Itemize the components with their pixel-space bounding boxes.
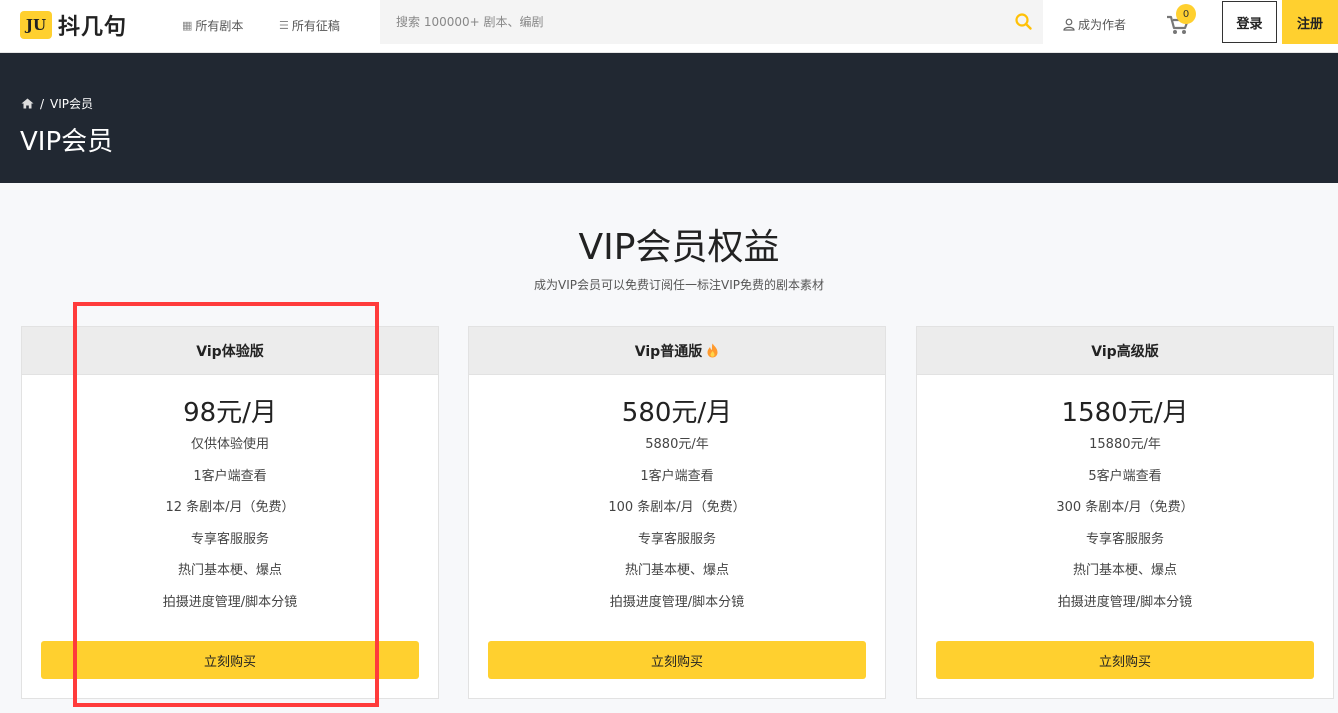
plan-feature: 1客户端查看 bbox=[193, 468, 267, 484]
list-icon: ☰ bbox=[279, 19, 289, 32]
nav-all-scripts-label: 所有剧本 bbox=[195, 19, 244, 33]
top-navbar: JU 抖几句 ▦ 所有剧本 ☰ 所有征稿 成为作者 0 登录 注册 bbox=[0, 0, 1338, 53]
plan-feature: 5客户端查看 bbox=[1088, 468, 1162, 484]
search-icon[interactable] bbox=[1013, 11, 1035, 33]
logo-badge: JU bbox=[20, 11, 52, 39]
plan-name-label: Vip体验版 bbox=[196, 343, 264, 360]
plan-feature: 1客户端查看 bbox=[640, 468, 714, 484]
fire-icon bbox=[707, 343, 718, 358]
nav-all-submissions[interactable]: ☰ 所有征稿 bbox=[279, 17, 340, 34]
plan-feature: 15880元/年 bbox=[1089, 437, 1161, 452]
page-title: VIP会员 bbox=[20, 127, 114, 157]
plan-name-label: Vip普通版 bbox=[634, 343, 703, 360]
plan-feature: 拍摄进度管理/脚本分镜 bbox=[1057, 594, 1193, 610]
plan-feature: 专享客服服务 bbox=[637, 531, 716, 547]
plan-feature: 5880元/年 bbox=[645, 437, 709, 452]
plan-feature: 专享客服服务 bbox=[1085, 531, 1164, 547]
buy-now-button[interactable]: 立刻购买 bbox=[41, 641, 419, 679]
register-button[interactable]: 注册 bbox=[1282, 0, 1338, 44]
plan-name: Vip普通版 bbox=[469, 327, 885, 375]
nav-all-scripts[interactable]: ▦ 所有剧本 bbox=[182, 17, 243, 34]
plan-feature: 热门基本梗、爆点 bbox=[177, 563, 282, 578]
plan-price: 580元/月 bbox=[621, 398, 733, 428]
plan-feature: 热门基本梗、爆点 bbox=[624, 563, 729, 578]
breadcrumb-current: VIP会员 bbox=[50, 97, 94, 111]
plan-feature: 300 条剧本/月（免费） bbox=[1056, 500, 1194, 515]
logo-text: 抖几句 bbox=[58, 15, 128, 40]
section-title: VIP会员权益 bbox=[578, 227, 780, 268]
plan-card: Vip普通版 580元/月 5880元/年 1客户端查看 100 条剧本/月（免… bbox=[468, 326, 886, 699]
search-bar bbox=[380, 0, 1043, 44]
plan-feature: 热门基本梗、爆点 bbox=[1072, 563, 1177, 578]
plan-feature: 专享客服服务 bbox=[190, 531, 269, 547]
become-author-label: 成为作者 bbox=[1078, 18, 1127, 32]
plan-name: Vip体验版 bbox=[22, 327, 438, 375]
breadcrumb: / VIP会员 bbox=[21, 95, 93, 112]
plan-name: Vip高级版 bbox=[917, 327, 1333, 375]
section-subtitle: 成为VIP会员可以免费订阅任一标注VIP免费的剧本素材 bbox=[534, 278, 824, 292]
plan-feature: 12 条剧本/月（免费） bbox=[165, 500, 295, 515]
cart-count-badge: 0 bbox=[1176, 4, 1196, 24]
nav-all-submissions-label: 所有征稿 bbox=[291, 19, 340, 33]
site-logo[interactable]: JU 抖几句 bbox=[20, 9, 127, 41]
breadcrumb-separator: / bbox=[40, 96, 45, 111]
plan-feature: 拍摄进度管理/脚本分镜 bbox=[162, 594, 298, 610]
plan-card: Vip体验版 98元/月 仅供体验使用 1客户端查看 12 条剧本/月（免费） … bbox=[21, 326, 439, 699]
user-icon bbox=[1063, 18, 1075, 31]
become-author-link[interactable]: 成为作者 bbox=[1063, 16, 1126, 33]
grid-icon: ▦ bbox=[182, 19, 193, 32]
buy-now-button[interactable]: 立刻购买 bbox=[488, 641, 866, 679]
plan-price: 1580元/月 bbox=[1061, 398, 1189, 428]
login-button[interactable]: 登录 bbox=[1222, 1, 1277, 43]
plan-card: Vip高级版 1580元/月 15880元/年 5客户端查看 300 条剧本/月… bbox=[916, 326, 1334, 699]
plan-feature: 仅供体验使用 bbox=[190, 437, 269, 452]
search-input[interactable] bbox=[380, 0, 1000, 44]
buy-now-button[interactable]: 立刻购买 bbox=[936, 641, 1314, 679]
home-icon[interactable] bbox=[21, 98, 34, 109]
plan-price: 98元/月 bbox=[183, 398, 277, 428]
plan-feature: 100 条剧本/月（免费） bbox=[608, 500, 746, 515]
page-hero: / VIP会员 VIP会员 bbox=[0, 53, 1338, 183]
plan-feature: 拍摄进度管理/脚本分镜 bbox=[609, 594, 745, 610]
plan-name-label: Vip高级版 bbox=[1091, 343, 1159, 360]
